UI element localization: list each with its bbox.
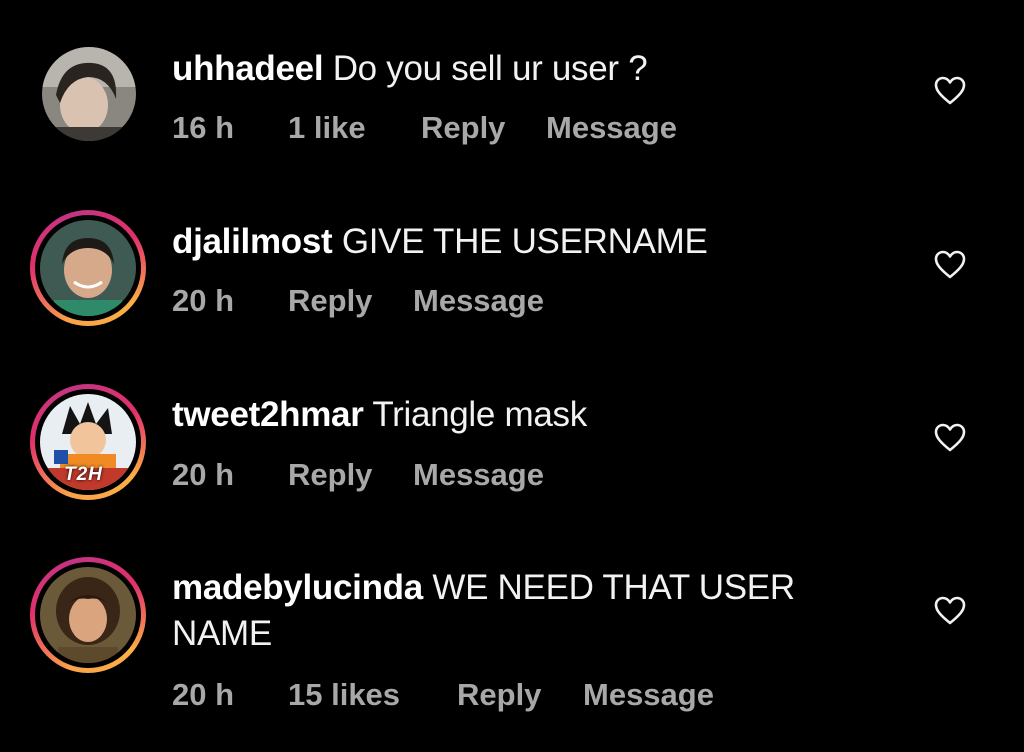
message-button[interactable]: Message [413, 457, 544, 493]
comment-body-line-1: WE NEED THAT USER [432, 568, 795, 607]
comment-likes[interactable]: 1 like [288, 110, 366, 146]
message-button[interactable]: Message [583, 677, 714, 713]
avatar[interactable] [30, 47, 146, 163]
comment-time: 16 h [172, 110, 235, 145]
reply-button[interactable]: Reply [421, 110, 505, 146]
avatar-image [42, 47, 136, 141]
reply-button[interactable]: Reply [288, 283, 372, 319]
avatar-image [40, 567, 136, 663]
avatar[interactable] [30, 210, 146, 326]
message-button[interactable]: Message [546, 110, 677, 146]
comment-text: uhhadeel Do you sell ur user ? [172, 46, 872, 92]
comment-time: 20 h [172, 677, 235, 712]
reply-button[interactable]: Reply [288, 457, 372, 493]
comment-body-line-2: NAME [172, 614, 272, 653]
comment-text: tweet2hmar Triangle mask [172, 392, 872, 438]
comment-time: 20 h [172, 457, 235, 492]
reply-button[interactable]: Reply [457, 677, 541, 713]
heart-outline-icon[interactable] [934, 250, 966, 280]
comment-username[interactable]: uhhadeel [172, 49, 324, 88]
avatar[interactable]: T2H [30, 384, 146, 500]
heart-outline-icon[interactable] [934, 596, 966, 626]
comment-time: 20 h [172, 283, 235, 318]
heart-outline-icon[interactable] [934, 76, 966, 106]
comment-body: Triangle mask [372, 395, 587, 434]
comment-username[interactable]: djalilmost [172, 222, 333, 261]
avatar-image [40, 220, 136, 316]
comment-text: djalilmost GIVE THE USERNAME [172, 219, 872, 265]
comment-body: Do you sell ur user ? [332, 49, 648, 88]
message-button[interactable]: Message [413, 283, 544, 319]
avatar[interactable] [30, 557, 146, 673]
comment-username[interactable]: tweet2hmar [172, 395, 364, 434]
heart-outline-icon[interactable] [934, 423, 966, 453]
comment-body: GIVE THE USERNAME [341, 222, 708, 261]
comment-username[interactable]: madebylucinda [172, 568, 423, 607]
comment-text: madebylucinda WE NEED THAT USER NAME [172, 565, 872, 657]
avatar-badge: T2H [64, 464, 103, 485]
comment-likes[interactable]: 15 likes [288, 677, 400, 713]
